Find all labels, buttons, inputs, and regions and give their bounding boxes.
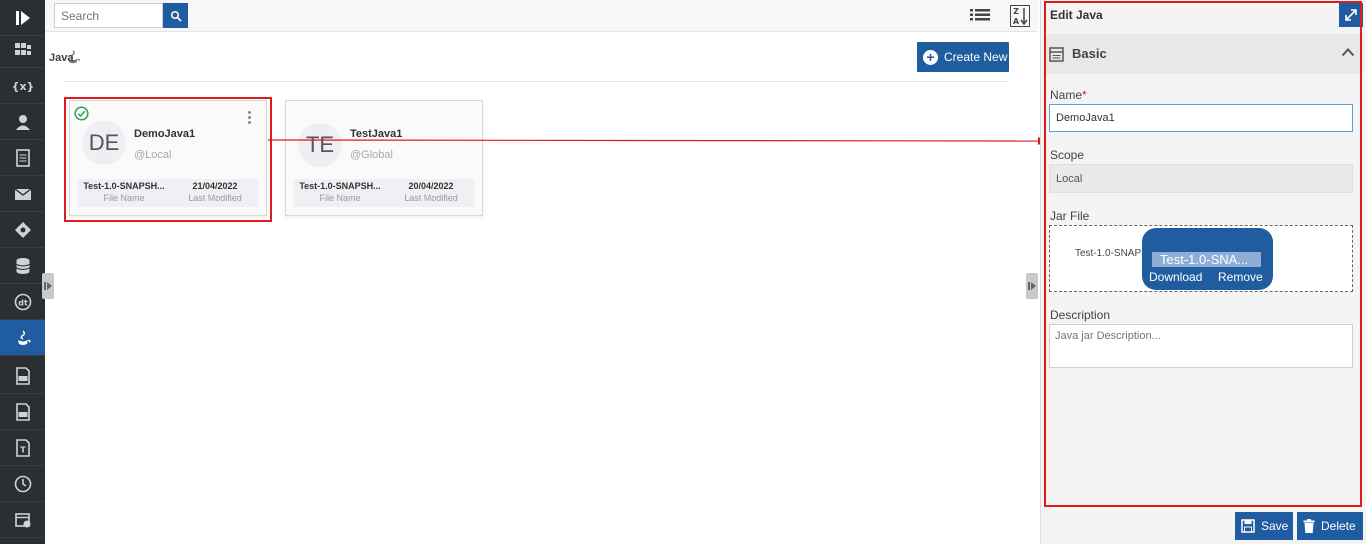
save-label: Save	[1261, 519, 1289, 533]
dashboard-icon[interactable]	[0, 32, 45, 68]
annotation-arrow	[268, 137, 1047, 145]
left-nav: {x} dt T	[0, 0, 45, 544]
svg-text:Z: Z	[1013, 7, 1019, 16]
header-divider	[63, 81, 1009, 82]
play-logo-icon[interactable]	[0, 0, 45, 36]
list-view-icon[interactable]	[970, 8, 990, 27]
file-name-key: File Name	[103, 193, 145, 203]
file-name-value: Test-1.0-SNAPSH...	[83, 181, 165, 191]
last-modified-value: 21/04/2022	[192, 181, 238, 191]
text-file-icon[interactable]: T	[0, 430, 45, 466]
svg-text:{x}: {x}	[13, 80, 33, 93]
card-footer: Test-1.0-SNAPSH... File Name 20/04/2022 …	[294, 179, 474, 207]
java-card[interactable]: TE TestJava1 @Global Test-1.0-SNAPSH... …	[285, 100, 483, 216]
java-card[interactable]: DE DemoJava1 @Local Test-1.0-SNAPSH... F…	[69, 100, 267, 216]
trash-icon	[1303, 519, 1315, 533]
last-modified-value: 20/04/2022	[408, 181, 454, 191]
search-icon	[170, 10, 182, 22]
file-name-key: File Name	[319, 193, 361, 203]
mail-icon[interactable]	[0, 176, 45, 212]
create-new-label: Create New	[944, 50, 1008, 64]
card-scope: @Global	[350, 149, 393, 161]
card-scope: @Local	[134, 149, 172, 161]
search-button[interactable]	[163, 3, 188, 28]
svg-text:dt: dt	[18, 298, 28, 307]
user-icon[interactable]	[0, 104, 45, 140]
avatar: DE	[82, 121, 126, 165]
kebab-menu-icon[interactable]	[248, 111, 252, 126]
save-icon	[1241, 519, 1255, 533]
top-bar: ZA	[45, 0, 1038, 32]
check-circle-icon	[74, 106, 89, 121]
variables-icon[interactable]: {x}	[0, 68, 45, 104]
file-name-value: Test-1.0-SNAPSH...	[299, 181, 381, 191]
dt-icon[interactable]: dt	[0, 284, 45, 320]
json-file-icon[interactable]	[0, 358, 45, 394]
database-icon[interactable]	[0, 248, 45, 284]
page-title: Java	[49, 52, 74, 64]
panel-highlight	[1044, 1, 1362, 507]
calendar-settings-icon[interactable]	[0, 502, 45, 538]
css-file-icon[interactable]	[0, 394, 45, 430]
java-icon[interactable]	[0, 320, 45, 356]
collapse-arrow-icon	[44, 282, 52, 290]
clock-icon[interactable]	[0, 466, 45, 502]
delete-button[interactable]: Delete	[1297, 512, 1363, 540]
card-footer: Test-1.0-SNAPSH... File Name 21/04/2022 …	[78, 179, 258, 207]
last-modified-key: Last Modified	[404, 193, 458, 203]
diamond-icon[interactable]	[0, 212, 45, 248]
create-new-button[interactable]: + Create New	[917, 42, 1009, 72]
svg-text:T: T	[20, 445, 26, 454]
left-collapse-handle[interactable]	[42, 273, 54, 299]
delete-label: Delete	[1321, 519, 1356, 533]
collapse-arrow-icon	[1028, 282, 1036, 290]
svg-text:A: A	[1013, 17, 1020, 26]
right-collapse-handle[interactable]	[1026, 273, 1038, 299]
document-icon[interactable]	[0, 140, 45, 176]
search-input[interactable]	[54, 3, 163, 28]
plus-circle-icon: +	[923, 49, 938, 65]
save-button[interactable]: Save	[1235, 512, 1293, 540]
last-modified-key: Last Modified	[188, 193, 242, 203]
card-title: DemoJava1	[134, 128, 196, 140]
sort-az-icon[interactable]: ZA	[1010, 5, 1030, 30]
